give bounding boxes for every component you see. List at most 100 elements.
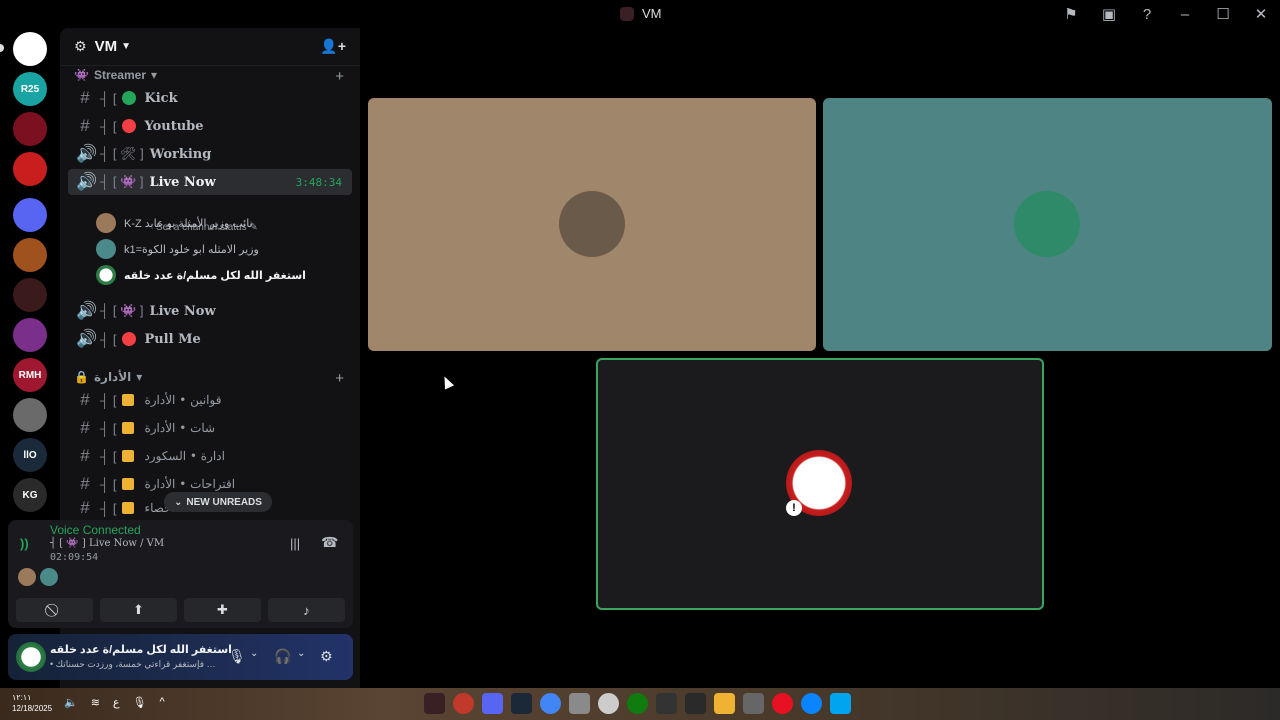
chevron-down-icon[interactable]: ⌄ <box>297 648 305 659</box>
taskbar-clock[interactable]: ١٢:١١ 12/18/2025 <box>12 692 52 714</box>
server-icon-face[interactable] <box>13 318 47 352</box>
voice-channel-link[interactable]: ┤ [ 👾 ] Live Now / VM <box>50 538 164 549</box>
video-tile-user-3[interactable]: ! <box>596 358 1044 610</box>
text-channel-icon: # <box>80 390 90 409</box>
voice-channel-icon: 🔊 <box>76 144 98 163</box>
server-icon-vm[interactable] <box>13 32 47 66</box>
maximize-icon[interactable]: ☐ <box>1204 5 1242 23</box>
text-channel-icon: # <box>80 499 90 517</box>
avatar[interactable] <box>40 568 58 586</box>
xbox-icon[interactable] <box>627 693 648 714</box>
channel-kick[interactable]: # ┤ [ Kick <box>68 85 352 111</box>
file-explorer-icon[interactable] <box>714 693 735 714</box>
video-tile-user-1[interactable] <box>368 98 816 351</box>
discord-icon[interactable] <box>482 693 503 714</box>
avatar <box>96 213 116 233</box>
signal-icon[interactable]: )) <box>20 536 38 554</box>
channel-pull-me[interactable]: 🔊 ┤ [ Pull Me <box>68 326 352 352</box>
noise-suppression-icon[interactable]: ||| <box>290 536 300 551</box>
channel-admin-discord[interactable]: # ┤ [ ادارة • السكورد <box>68 443 352 469</box>
edge-icon[interactable] <box>801 693 822 714</box>
settings-icon[interactable] <box>598 693 619 714</box>
category-admin[interactable]: 🔒 الأدارة ▾ <box>74 370 142 384</box>
lock-icon <box>122 478 135 490</box>
voice-user[interactable]: k1=وزير الامثله ابو خلود الكوة <box>96 237 259 261</box>
category-streamer[interactable]: 👾 Streamer ▾ <box>74 68 157 82</box>
voice-status[interactable]: Voice Connected <box>50 523 141 537</box>
channel-admin-rules[interactable]: # ┤ [ قوانين • الأدارة <box>68 387 352 413</box>
search-icon[interactable] <box>685 693 706 714</box>
disconnect-icon[interactable]: ☎ <box>321 534 338 551</box>
server-icon-ragnar[interactable] <box>13 112 47 146</box>
channel-live-now[interactable]: 🔊 ┤ [ 👾 ] Live Now <box>68 298 352 324</box>
server-icon-folder[interactable] <box>13 198 47 232</box>
windows-start-icon[interactable] <box>830 693 851 714</box>
server-icon-vv[interactable] <box>13 278 47 312</box>
text-channel-icon: # <box>80 88 90 107</box>
voice-participants <box>18 568 58 586</box>
text-channel-icon: # <box>80 474 90 493</box>
channel-live-now-active[interactable]: 🔊 ┤ [ 👾 ] Live Now 3:48:34 <box>68 169 352 195</box>
activities-button[interactable]: ✚ <box>184 598 261 622</box>
title-bar: VM ⚑ ▣ ? – ☐ ✕ <box>0 0 1280 28</box>
headphones-icon[interactable]: 🎧 <box>274 648 291 665</box>
warning-icon: ! <box>786 500 802 516</box>
unread-pip <box>0 44 4 52</box>
screen-share-button[interactable]: ⬆ <box>100 598 177 622</box>
chevron-down-icon[interactable]: ⌄ <box>250 648 258 659</box>
server-icon-orange[interactable] <box>13 238 47 272</box>
server-icon-kg[interactable]: KG <box>13 478 47 512</box>
language-icon[interactable]: ع <box>113 696 120 709</box>
wifi-icon[interactable]: ≋ <box>91 696 100 709</box>
help-icon[interactable]: ? <box>1128 6 1166 23</box>
volume-icon[interactable]: 🔈 <box>64 696 78 709</box>
channel-admin-chat[interactable]: # ┤ [ شات • الأدارة <box>68 415 352 441</box>
add-channel-button[interactable]: + <box>335 68 344 85</box>
soundboard-button[interactable]: ♪ <box>268 598 345 622</box>
mic-icon[interactable]: 🎙 <box>133 696 147 709</box>
server-icon-r25[interactable]: R25 <box>13 72 47 106</box>
inbox-icon[interactable]: ▣ <box>1090 5 1128 23</box>
invite-people-icon[interactable]: 👤+ <box>320 38 346 55</box>
guild-header[interactable]: ⚙ VM ▼ 👤+ <box>60 28 360 66</box>
soundboard-icon: ♪ <box>303 602 310 618</box>
chrome-icon[interactable] <box>540 693 561 714</box>
channel-working[interactable]: 🔊 ┤ [ 🛠 ] Working <box>68 141 352 167</box>
username[interactable]: استغفر الله لكل مسلم/ة عدد خلقه <box>50 643 232 656</box>
avatar <box>96 239 116 259</box>
server-icon-spider[interactable] <box>13 152 47 186</box>
app-icon[interactable] <box>743 693 764 714</box>
lock-icon <box>122 450 135 462</box>
channel-youtube[interactable]: # ┤ [ Youtube <box>68 113 352 139</box>
avatar <box>1014 191 1080 257</box>
epic-games-icon[interactable] <box>424 693 445 714</box>
app-icon[interactable] <box>772 693 793 714</box>
server-icon-ilo[interactable]: llO <box>13 438 47 472</box>
lock-icon <box>122 394 135 406</box>
chevron-up-icon[interactable]: ^ <box>159 696 164 709</box>
flag-icon[interactable]: ⚑ <box>1052 5 1090 23</box>
window-title: VM <box>620 6 662 21</box>
nzxt-icon[interactable] <box>656 693 677 714</box>
gear-icon[interactable]: ⚙ <box>320 648 333 665</box>
new-unreads-button[interactable]: ⌄ NEW UNREADS <box>164 492 272 512</box>
chevron-down-icon: ⌄ <box>174 496 183 508</box>
close-icon[interactable]: ✕ <box>1242 5 1280 23</box>
chevron-down-icon: ▼ <box>121 41 131 52</box>
microphone-icon[interactable]: 🎙 <box>228 648 246 665</box>
camera-off-button[interactable]: ⃠ <box>16 598 93 622</box>
obs-icon[interactable] <box>453 693 474 714</box>
add-channel-button[interactable]: + <box>335 370 344 387</box>
system-tray: 🔈 ≋ ع 🎙 ^ <box>64 696 165 709</box>
minimize-icon[interactable]: – <box>1166 6 1204 23</box>
steam-icon[interactable] <box>511 693 532 714</box>
server-icon-wolf[interactable] <box>13 398 47 432</box>
video-tile-user-2[interactable] <box>823 98 1272 351</box>
lock-icon <box>122 502 135 514</box>
voice-user[interactable]: K-Z نائب وزير الأمثلة بو عابد <box>96 211 253 235</box>
avatar[interactable] <box>18 568 36 586</box>
server-icon-rmh[interactable]: RMH <box>13 358 47 392</box>
voice-user[interactable]: استغفر الله لكل مسلم/ة عدد خلقه <box>96 263 306 287</box>
app-icon[interactable] <box>569 693 590 714</box>
avatar[interactable] <box>16 642 46 672</box>
